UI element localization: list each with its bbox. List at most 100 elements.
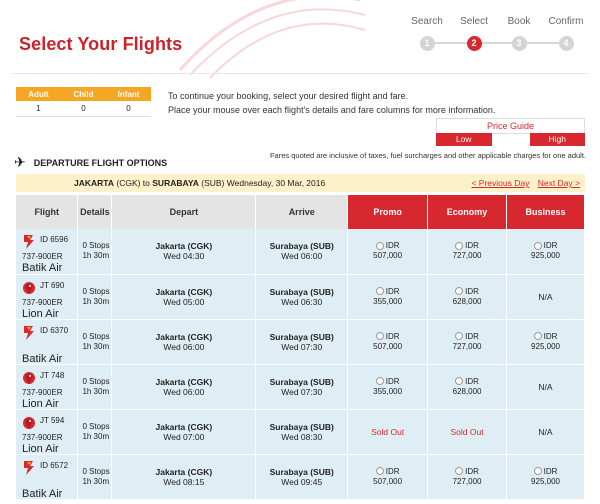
passenger-summary: Adult Child Infant 1 0 0 (16, 87, 151, 117)
flight-number[interactable]: JT 748 (40, 371, 64, 380)
fare-radio[interactable] (533, 467, 542, 476)
stops: 0 Stops (82, 331, 110, 341)
departure-section-title: ✈ DEPARTURE FLIGHT OPTIONS (14, 154, 167, 171)
fare-radio[interactable] (375, 467, 384, 476)
promo-fare-cell[interactable]: IDR 507,000 (347, 454, 429, 500)
promo-fare-cell[interactable]: IDR 507,000 (347, 229, 429, 275)
depart-time: Wed 04:30 (163, 251, 205, 262)
duration: 1h 30m (82, 251, 110, 261)
next-day-link[interactable]: Next Day > (538, 178, 580, 188)
fare-option[interactable]: IDR 628,000 (428, 377, 506, 397)
details-cell[interactable]: 0 Stops 1h 30m (77, 364, 113, 410)
economy-fare-cell[interactable]: IDR 727,000 (427, 229, 508, 275)
fare-radio[interactable] (455, 242, 464, 251)
fare-option[interactable]: IDR 925,000 (507, 332, 584, 352)
arrive-location: Surabaya (SUB) (269, 241, 334, 252)
airline-name: Lion Air (22, 442, 59, 455)
flight-number[interactable]: JT 690 (40, 281, 64, 290)
economy-fare-cell[interactable]: IDR 727,000 (427, 319, 508, 365)
price-guide-bar: Low High (436, 133, 585, 146)
airline-name: Batik Air (22, 487, 63, 500)
details-cell[interactable]: 0 Stops 1h 30m (77, 454, 113, 500)
depart-cell: Jakarta (CGK) Wed 06:00 (111, 364, 257, 410)
business-fare-cell[interactable]: IDR 925,000 (506, 454, 585, 500)
fare-option[interactable]: IDR 727,000 (428, 332, 506, 352)
child-header: Child (61, 87, 106, 101)
promo-fare-cell[interactable]: IDR 355,000 (347, 274, 429, 320)
page-title: Select Your Flights (19, 34, 183, 54)
details-cell[interactable]: 0 Stops 1h 30m (77, 274, 113, 320)
not-available-label: N/A (538, 291, 553, 302)
promo-fare-cell[interactable]: IDR 507,000 (347, 319, 429, 365)
fare-option[interactable]: IDR 925,000 (507, 467, 584, 487)
fare-radio[interactable] (455, 467, 464, 476)
fare-radio[interactable] (455, 377, 464, 386)
destination-city: SURABAYA (152, 178, 199, 188)
fare-radio[interactable] (375, 377, 384, 386)
aircraft-type: 737-900ER (22, 387, 63, 397)
economy-fare-cell[interactable]: IDR 628,000 (427, 364, 508, 410)
arrive-time: Wed 06:00 (281, 251, 323, 262)
fare-radio[interactable] (375, 287, 384, 296)
flight-number[interactable]: ID 6370 (40, 326, 68, 335)
fare-option[interactable]: IDR 727,000 (428, 241, 506, 261)
column-header-details: Details (77, 195, 113, 229)
business-fare-cell[interactable]: IDR 925,000 (506, 229, 585, 275)
depart-cell: Jakarta (CGK) Wed 07:00 (111, 409, 257, 455)
column-header-promo: Promo (347, 195, 429, 229)
fare-amount: 628,000 (452, 296, 482, 306)
step-search: Search 1 (407, 16, 447, 51)
promo-fare-cell: Sold Out (347, 409, 429, 455)
step-number: 4 (558, 36, 574, 51)
fare-option[interactable]: IDR 507,000 (348, 241, 427, 261)
depart-time: Wed 06:00 (163, 386, 205, 397)
fare-radio[interactable] (533, 242, 542, 251)
flight-cell: JT 690 737-900ER Lion Air (16, 274, 79, 320)
aircraft-type: 737-900ER (22, 297, 63, 307)
fare-option[interactable]: IDR 507,000 (348, 467, 427, 487)
fare-option[interactable]: IDR 355,000 (348, 287, 427, 307)
fare-radio[interactable] (455, 332, 464, 341)
promo-fare-cell[interactable]: IDR 355,000 (347, 364, 429, 410)
stops: 0 Stops (82, 241, 110, 251)
details-cell[interactable]: 0 Stops 1h 30m (77, 229, 113, 275)
step-label: Book (507, 16, 531, 27)
details-cell[interactable]: 0 Stops 1h 30m (77, 319, 113, 365)
arrive-time: Wed 06:30 (281, 296, 323, 307)
step-label: Confirm (548, 16, 584, 27)
airline-name: Batik Air (22, 262, 63, 274)
decorative-swoosh (178, 0, 366, 79)
fare-option[interactable]: IDR 727,000 (428, 467, 506, 487)
batik-air-logo-icon (22, 234, 36, 250)
previous-day-link[interactable]: < Previous Day (471, 178, 529, 188)
fare-radio[interactable] (375, 332, 384, 341)
fare-amount: 507,000 (373, 341, 403, 351)
fare-option[interactable]: IDR 925,000 (507, 241, 584, 261)
flight-rows: ID 6596 737-900ER Batik Air 0 Stops 1h 3… (16, 229, 585, 500)
header: Select Your Flights Search 1 Select 2 Bo… (0, 0, 600, 79)
arrive-location: Surabaya (SUB) (269, 466, 334, 477)
fare-option[interactable]: IDR 507,000 (348, 332, 427, 352)
fare-radio[interactable] (455, 287, 464, 296)
flight-number[interactable]: ID 6596 (40, 235, 68, 244)
economy-fare-cell[interactable]: IDR 628,000 (427, 274, 508, 320)
economy-fare-cell[interactable]: IDR 727,000 (427, 454, 508, 500)
depart-location: Jakarta (CGK) (155, 466, 213, 477)
fare-currency: IDR (465, 286, 479, 296)
fare-radio[interactable] (375, 242, 384, 251)
stops: 0 Stops (82, 286, 110, 296)
price-guide-low: Low (436, 133, 492, 146)
flight-number[interactable]: ID 6572 (40, 461, 68, 470)
lion-air-logo-icon (22, 280, 36, 296)
travel-date: Wednesday, 30 Mar, 2016 (226, 178, 326, 188)
fare-option[interactable]: IDR 355,000 (348, 377, 427, 397)
arrive-cell: Surabaya (SUB) Wed 07:30 (255, 364, 349, 410)
fare-option[interactable]: IDR 628,000 (428, 287, 506, 307)
fare-amount: 507,000 (373, 251, 403, 261)
flight-number[interactable]: JT 594 (40, 416, 64, 425)
airline-name: Lion Air (22, 397, 59, 410)
details-cell[interactable]: 0 Stops 1h 30m (77, 409, 113, 455)
business-fare-cell[interactable]: IDR 925,000 (506, 319, 585, 365)
airline-name: Batik Air (22, 352, 63, 365)
fare-radio[interactable] (533, 332, 542, 341)
